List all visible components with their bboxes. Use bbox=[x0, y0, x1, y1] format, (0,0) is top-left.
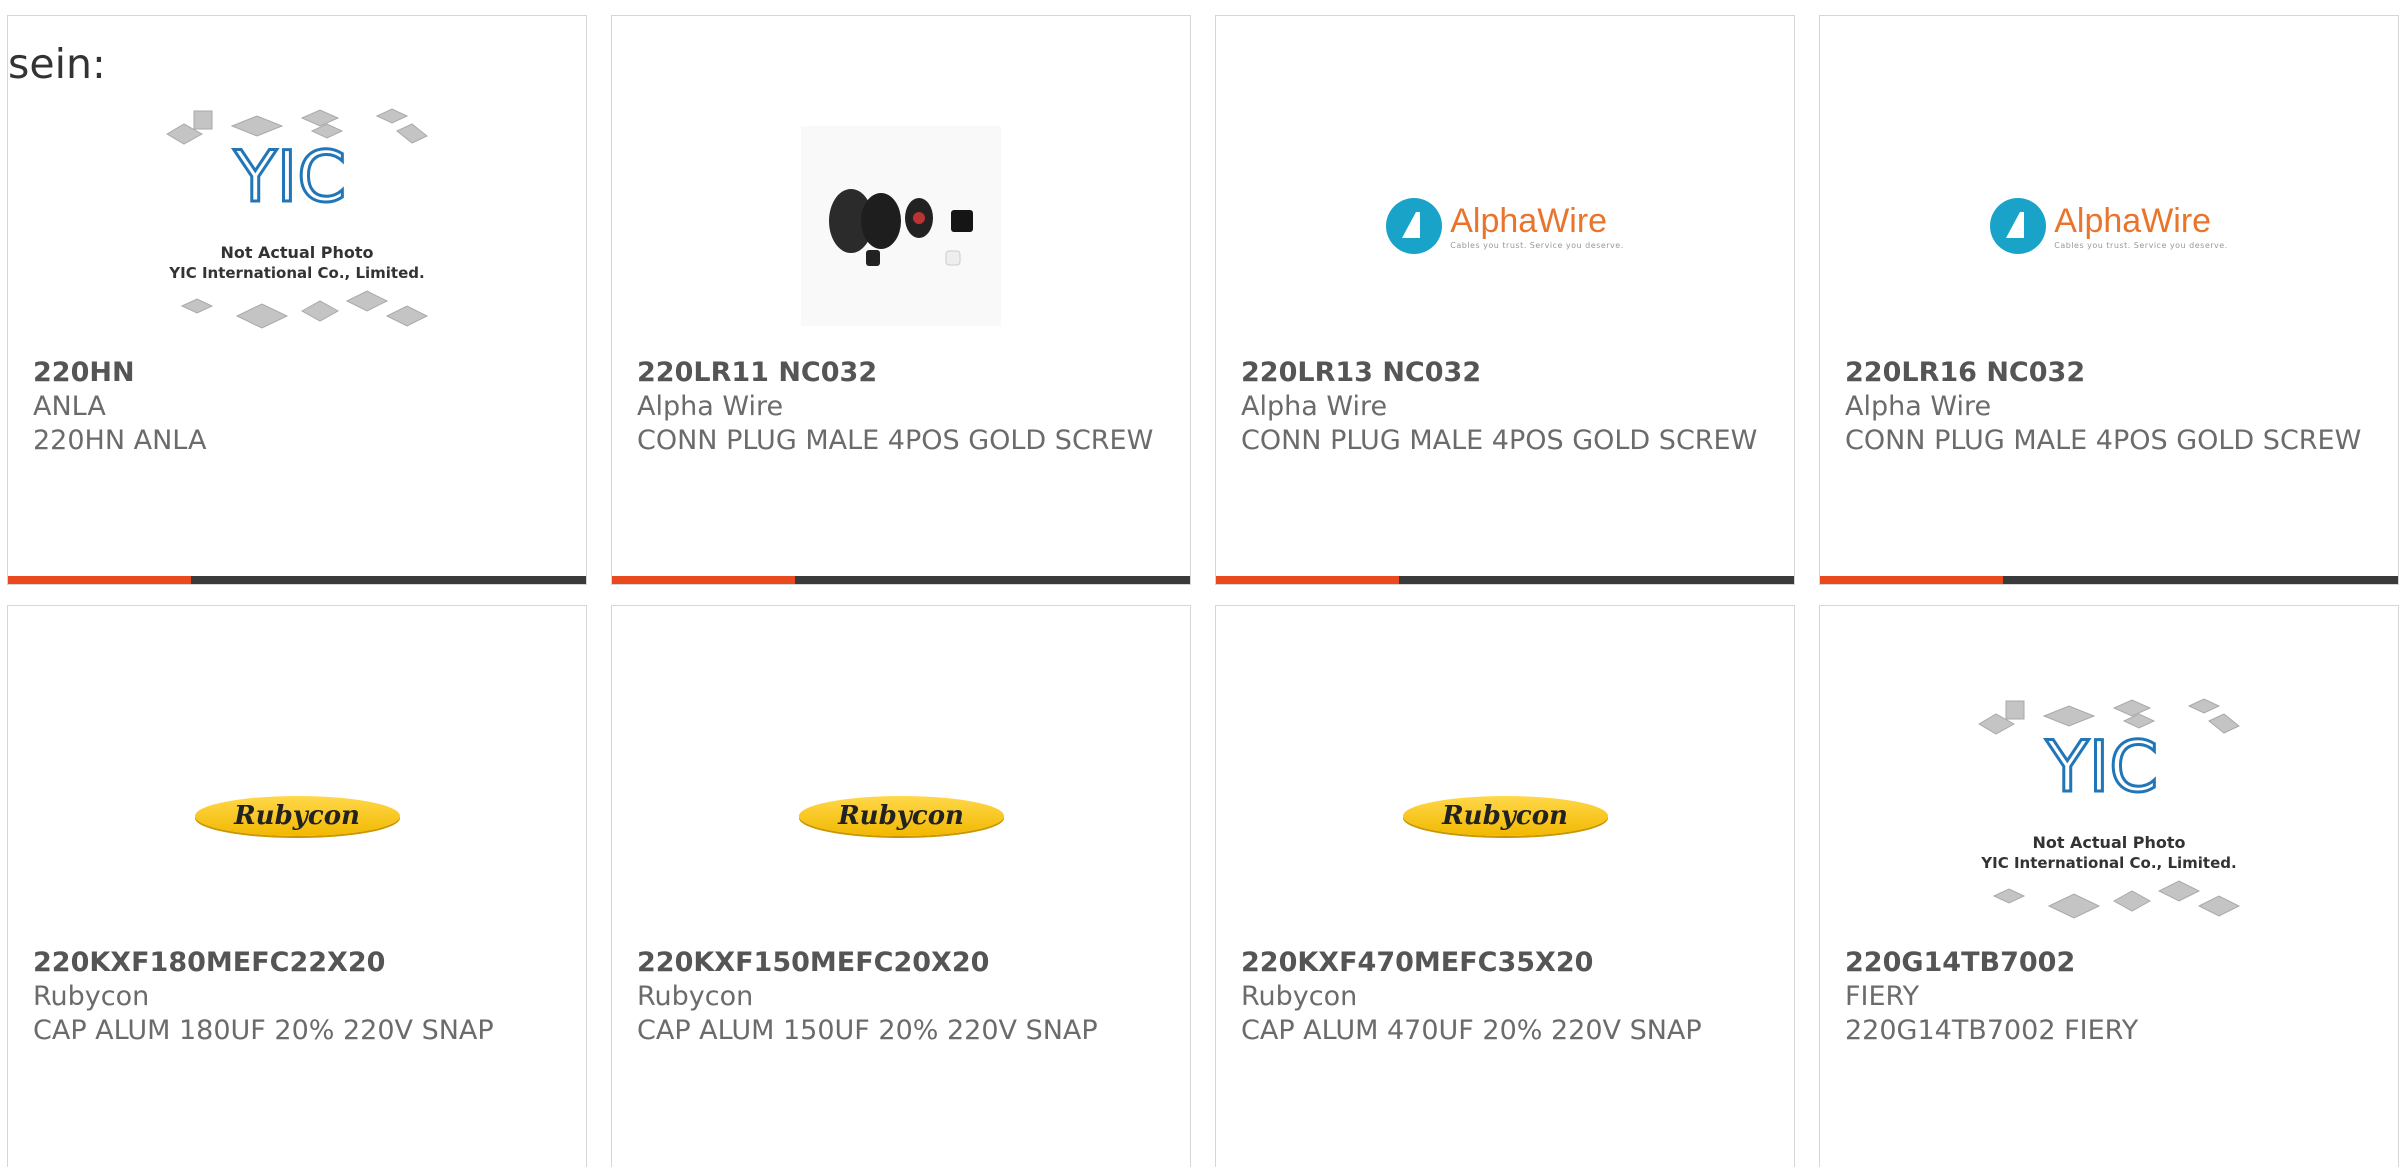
product-card[interactable]: Rubycon 220KXF180MEFC22X20 Rubycon CAP A… bbox=[7, 605, 587, 1167]
product-image-rubycon-logo[interactable]: Rubycon bbox=[1216, 676, 1794, 956]
card-bar-accent bbox=[1216, 576, 1399, 584]
alphawire-logo-text: AlphaWire bbox=[2054, 202, 2212, 240]
description: 220HN ANLA bbox=[33, 425, 207, 456]
product-info: 220LR11 NC032 Alpha Wire CONN PLUG MALE … bbox=[637, 356, 1170, 458]
part-number[interactable]: 220KXF470MEFC35X20 bbox=[1241, 946, 1774, 980]
product-card[interactable]: Rubycon 220KXF470MEFC35X20 Rubycon CAP A… bbox=[1215, 605, 1795, 1167]
product-card[interactable]: YIC Not Actual Photo YIC International C… bbox=[1819, 605, 2399, 1167]
product-image-rubycon-logo[interactable]: Rubycon bbox=[612, 676, 1190, 956]
alphawire-logo-tagline: Cables you trust. Service you deserve. bbox=[1450, 241, 1624, 250]
part-number[interactable]: 220KXF150MEFC20X20 bbox=[637, 946, 1170, 980]
manufacturer: Alpha Wire bbox=[1241, 391, 1388, 422]
description: CONN PLUG MALE 4POS GOLD SCREW bbox=[637, 425, 1154, 456]
manufacturer: ANLA bbox=[33, 391, 106, 422]
manufacturer: Rubycon bbox=[1241, 981, 1358, 1012]
part-number[interactable]: 220KXF180MEFC22X20 bbox=[33, 946, 566, 980]
part-number[interactable]: 220LR13 NC032 bbox=[1241, 356, 1774, 390]
product-card[interactable]: Rubycon 220KXF150MEFC20X20 Rubycon CAP A… bbox=[611, 605, 1191, 1167]
card-bottom-bar bbox=[1216, 576, 1794, 584]
yic-placeholder-icon: YIC Not Actual Photo YIC International C… bbox=[1978, 698, 2241, 919]
card-bottom-bar bbox=[8, 576, 586, 584]
part-number[interactable]: 220G14TB7002 bbox=[1845, 946, 2378, 980]
product-image-alphawire-logo[interactable]: AlphaWire Cables you trust. Service you … bbox=[1216, 86, 1794, 366]
alphawire-logo-text: AlphaWire bbox=[1450, 202, 1608, 240]
svg-text:Not Actual Photo: Not Actual Photo bbox=[2032, 833, 2185, 852]
manufacturer: FIERY bbox=[1845, 981, 1920, 1012]
rubycon-logo: Rubycon bbox=[1402, 796, 1608, 836]
part-number[interactable]: 220LR16 NC032 bbox=[1845, 356, 2378, 390]
description: CAP ALUM 180UF 20% 220V SNAP bbox=[33, 1015, 494, 1046]
svg-text:YIC International Co., Limited: YIC International Co., Limited. bbox=[1980, 854, 2236, 872]
description: CAP ALUM 470UF 20% 220V SNAP bbox=[1241, 1015, 1702, 1046]
product-card[interactable]: AlphaWire Cables you trust. Service you … bbox=[1819, 15, 2399, 585]
card-bottom-bar bbox=[1820, 576, 2398, 584]
product-info: 220LR13 NC032 Alpha Wire CONN PLUG MALE … bbox=[1241, 356, 1774, 458]
product-info: 220G14TB7002 FIERY 220G14TB7002 FIERY bbox=[1845, 946, 2378, 1048]
alphawire-logo-tagline: Cables you trust. Service you deserve. bbox=[2054, 241, 2228, 250]
description: CAP ALUM 150UF 20% 220V SNAP bbox=[637, 1015, 1098, 1046]
product-image-rubycon-logo[interactable]: Rubycon bbox=[8, 676, 586, 956]
alphawire-logo: AlphaWire Cables you trust. Service you … bbox=[1990, 198, 2227, 254]
product-image-alphawire-logo[interactable]: AlphaWire Cables you trust. Service you … bbox=[1820, 86, 2398, 366]
manufacturer: Alpha Wire bbox=[1845, 391, 1992, 422]
product-info: 220HN ANLA 220HN ANLA bbox=[33, 356, 566, 458]
description: CONN PLUG MALE 4POS GOLD SCREW bbox=[1241, 425, 1758, 456]
part-number[interactable]: 220LR11 NC032 bbox=[637, 356, 1170, 390]
rubycon-logo: Rubycon bbox=[194, 796, 400, 836]
svg-text:YIC: YIC bbox=[2045, 726, 2158, 808]
yic-placeholder-icon: YIC Not Actual Photo YIC International C… bbox=[166, 108, 429, 329]
svg-text:Not Actual Photo: Not Actual Photo bbox=[220, 243, 373, 262]
product-image-yic-placeholder[interactable]: YIC Not Actual Photo YIC International C… bbox=[1820, 676, 2398, 956]
rubycon-logo: Rubycon bbox=[798, 796, 1004, 836]
intro-text: sein: bbox=[8, 40, 106, 88]
product-info: 220KXF470MEFC35X20 Rubycon CAP ALUM 470U… bbox=[1241, 946, 1774, 1048]
card-bottom-bar bbox=[612, 576, 1190, 584]
product-card[interactable]: AlphaWire Cables you trust. Service you … bbox=[1215, 15, 1795, 585]
svg-text:YIC International Co., Limited: YIC International Co., Limited. bbox=[168, 264, 424, 282]
product-card[interactable]: YIC Not Actual Photo YIC International C… bbox=[7, 15, 587, 585]
product-image-connector-photo[interactable] bbox=[612, 86, 1190, 366]
manufacturer: Alpha Wire bbox=[637, 391, 784, 422]
alphawire-logo-icon bbox=[1386, 198, 1443, 254]
description: CONN PLUG MALE 4POS GOLD SCREW bbox=[1845, 425, 2362, 456]
description: 220G14TB7002 FIERY bbox=[1845, 1015, 2139, 1046]
alphawire-logo: AlphaWire Cables you trust. Service you … bbox=[1386, 198, 1623, 254]
product-grid-page: sein: YIC Not Actual Photo YIC Internati… bbox=[0, 0, 2400, 1167]
product-info: 220KXF150MEFC20X20 Rubycon CAP ALUM 150U… bbox=[637, 946, 1170, 1048]
product-info: 220LR16 NC032 Alpha Wire CONN PLUG MALE … bbox=[1845, 356, 2378, 458]
card-bar-accent bbox=[612, 576, 795, 584]
connector-photo-icon bbox=[801, 126, 1001, 326]
svg-text:YIC: YIC bbox=[233, 136, 346, 218]
card-bar-accent bbox=[1820, 576, 2003, 584]
part-number[interactable]: 220HN bbox=[33, 356, 566, 390]
alphawire-logo-icon bbox=[1990, 198, 2047, 254]
product-info: 220KXF180MEFC22X20 Rubycon CAP ALUM 180U… bbox=[33, 946, 566, 1048]
card-bar-accent bbox=[8, 576, 191, 584]
product-card[interactable]: 220LR11 NC032 Alpha Wire CONN PLUG MALE … bbox=[611, 15, 1191, 585]
product-image-yic-placeholder[interactable]: YIC Not Actual Photo YIC International C… bbox=[8, 86, 586, 366]
manufacturer: Rubycon bbox=[637, 981, 754, 1012]
manufacturer: Rubycon bbox=[33, 981, 150, 1012]
